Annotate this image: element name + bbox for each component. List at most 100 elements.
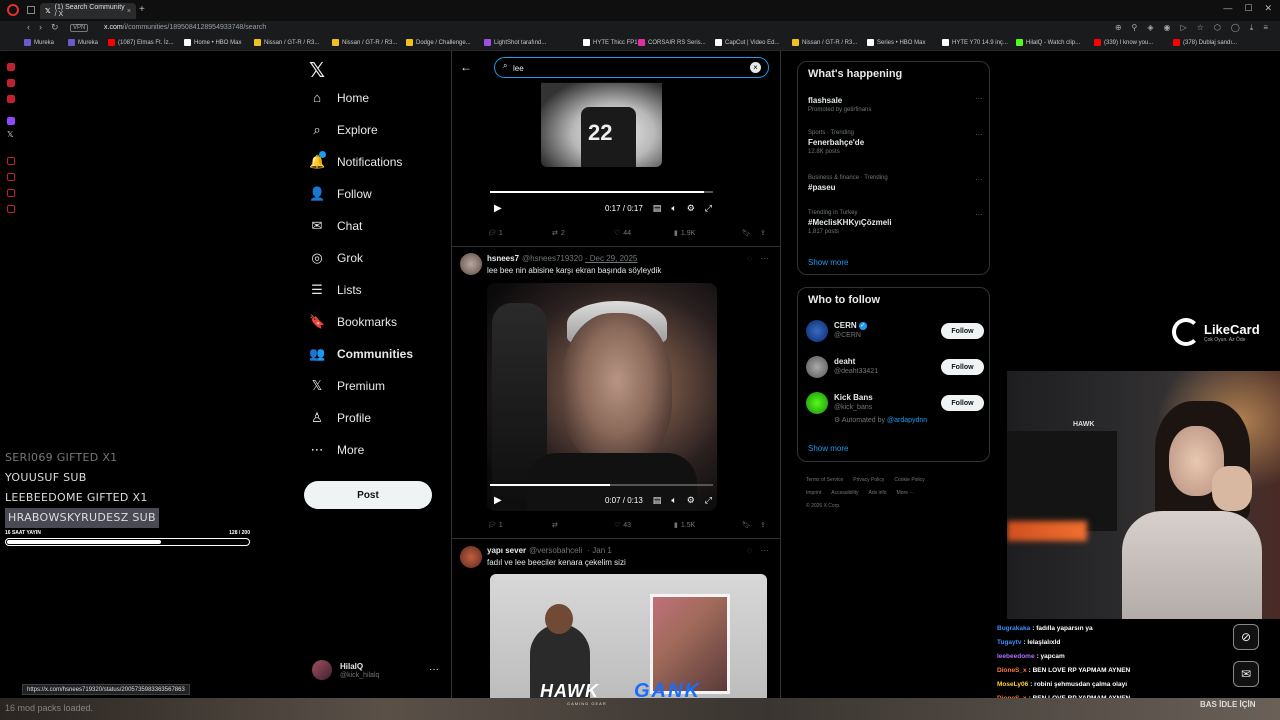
suggestion-name[interactable]: deaht	[834, 357, 855, 366]
share-icon[interactable]: ⇪	[760, 229, 766, 237]
nav-item-home[interactable]: ⌂ Home	[309, 90, 369, 106]
trend-item[interactable]: Trending in Turkey #MeclisKHKyıÇözmeli 1,8…	[808, 210, 983, 235]
nav-item-grok[interactable]: ◎ Grok	[309, 250, 363, 266]
grok-icon[interactable]: ◌	[747, 546, 752, 555]
tab-close-icon[interactable]: ×	[127, 8, 131, 15]
footer-link[interactable]: Privacy Policy	[853, 477, 884, 483]
back-nav-icon[interactable]: ‹	[27, 22, 30, 33]
footer-link[interactable]: Terms of Service	[806, 477, 843, 483]
post-button[interactable]: Post	[304, 481, 432, 509]
volume-icon[interactable]: 🔈︎	[671, 203, 676, 214]
video-progress[interactable]	[490, 484, 713, 486]
tweet-more-icon[interactable]: ···	[761, 254, 769, 263]
tweet-date[interactable]: · Jan 1	[587, 546, 611, 555]
nav-item-bookmarks[interactable]: 🔖 Bookmarks	[309, 314, 397, 330]
reload-icon[interactable]: ↻	[51, 22, 59, 33]
play-icon[interactable]: ▶	[494, 203, 502, 214]
bookmark-item[interactable]: LightShot tarafınd...	[484, 39, 546, 46]
tab-overview-icon[interactable]	[27, 6, 35, 14]
trend-item[interactable]: Sports · Trending Fenerbahçe'de 12.8K post…	[808, 130, 983, 155]
follow-button[interactable]: Follow	[941, 359, 984, 375]
play-icon[interactable]: ▶	[494, 495, 502, 506]
sidebar-app-icon[interactable]	[7, 173, 15, 181]
video-progress[interactable]	[490, 191, 713, 193]
tweet-author-handle[interactable]: @versobahceli	[529, 546, 582, 555]
trend-more-icon[interactable]: ···	[975, 130, 983, 139]
trend-item[interactable]: Business & finance · Trending #paseu ···	[808, 175, 983, 192]
camera-icon[interactable]: ◉	[1164, 23, 1171, 33]
browser-tab-active[interactable]: 𝕏 (1) Search Community / X ×	[40, 3, 136, 19]
trends-show-more-link[interactable]: Show more	[808, 258, 848, 267]
menu-icon[interactable]: ≡	[1263, 23, 1268, 33]
follow-button[interactable]: Follow	[941, 395, 984, 411]
account-switcher[interactable]: HilalQ @kick_hilalq	[312, 660, 379, 680]
pin-icon[interactable]: ⚲	[1132, 23, 1138, 33]
suggestion-name[interactable]: Kick Bans	[834, 393, 873, 402]
sidebar-app-icon[interactable]	[7, 189, 15, 197]
nav-item-notifications[interactable]: 🔔 Notifications	[309, 151, 402, 170]
captions-icon[interactable]: ▤	[653, 495, 662, 506]
bookmark-item[interactable]: (378) Dublaj sandı...	[1173, 39, 1237, 46]
download-icon[interactable]: ⤓	[1250, 23, 1254, 33]
like-button[interactable]: ♡ 43	[614, 521, 674, 530]
bookmark-item[interactable]: Home • HBO Max	[184, 39, 241, 46]
bookmark-item[interactable]: Nissan / GT-R / R3...	[254, 39, 319, 46]
sidebar-app-icon[interactable]	[7, 95, 15, 103]
fullscreen-icon[interactable]: ⤢	[705, 203, 712, 214]
tweet-image[interactable]	[490, 574, 767, 700]
who-to-follow-show-more-link[interactable]: Show more	[808, 444, 848, 453]
back-arrow-icon[interactable]: ←	[460, 60, 472, 74]
extensions-icon[interactable]: ⬡	[1214, 23, 1221, 33]
forward-nav-icon[interactable]: ›	[39, 22, 42, 33]
sidebar-app-icon[interactable]	[7, 79, 15, 87]
footer-link[interactable]: Accessibility	[831, 490, 858, 496]
adblock-icon[interactable]: ◈	[1147, 23, 1153, 33]
reply-button[interactable]: 💬︎ 1	[487, 521, 552, 530]
tweet-author-handle[interactable]: @hsnees719320	[522, 254, 583, 263]
settings-icon[interactable]: ⚙	[687, 203, 695, 214]
bookmark-item[interactable]: Mureka	[68, 39, 98, 46]
tweet-author-name[interactable]: yapı sever	[487, 546, 526, 555]
sidebar-app-icon[interactable]	[7, 205, 15, 213]
twitch-icon[interactable]	[7, 117, 15, 125]
tweet-author-name[interactable]: hsnees7	[487, 254, 519, 263]
sidebar-app-icon[interactable]	[7, 157, 15, 165]
search-box[interactable]: ⌕ ×	[494, 57, 769, 78]
bookmark-item[interactable]: Nissan / GT-R / R3...	[332, 39, 397, 46]
repost-button[interactable]: ⇄ 2	[552, 229, 614, 238]
bookmark-item[interactable]: HilalQ - Watch clip...	[1016, 39, 1080, 46]
follow-button[interactable]: Follow	[941, 323, 984, 339]
tweet-more-icon[interactable]: ···	[761, 546, 769, 555]
suggestion-name[interactable]: CERN ✓	[834, 321, 867, 330]
account-more-icon[interactable]: ···	[429, 664, 439, 675]
views-button[interactable]: ▮ 1.9K	[674, 229, 742, 238]
avatar[interactable]	[806, 392, 828, 414]
avatar[interactable]	[460, 253, 482, 275]
footer-link[interactable]: Imprint	[806, 490, 821, 496]
url-field[interactable]: x.com/i/communities/1895084128954933748/…	[104, 24, 266, 31]
play-icon[interactable]: ▷	[1181, 23, 1187, 33]
nav-item-profile[interactable]: ♙ Profile	[309, 410, 371, 426]
nav-item-chat[interactable]: ✉ Chat	[309, 218, 363, 234]
vpn-badge[interactable]: VPN	[70, 24, 89, 32]
bookmark-item[interactable]: (1087) Elmas Ft. İz...	[108, 39, 174, 46]
bookmark-item[interactable]: Dodge / Challenge...	[406, 39, 471, 46]
bookmark-item[interactable]: HYTE Y70 14.9 inç...	[942, 39, 1008, 46]
minimize-icon[interactable]: —	[1223, 3, 1232, 14]
nav-item-lists[interactable]: ☰ Lists	[309, 282, 362, 298]
trend-more-icon[interactable]: ···	[975, 175, 983, 184]
tweet-video[interactable]: 22	[541, 82, 662, 167]
grok-icon[interactable]: ◌	[747, 254, 752, 263]
tweet-video[interactable]	[487, 283, 717, 511]
nav-item-more[interactable]: ⋯ More	[309, 442, 365, 458]
trend-more-icon[interactable]: ···	[975, 94, 983, 103]
bookmark-icon[interactable]: 🔖︎	[742, 521, 760, 529]
nav-item-premium[interactable]: 𝕏 Premium	[309, 378, 385, 394]
footer-link[interactable]: Ads info	[869, 490, 887, 496]
trend-item[interactable]: flashsale Promoted by getirfinans ···	[808, 94, 983, 113]
nav-item-follow[interactable]: 👤 Follow	[309, 186, 372, 202]
bookmark-icon[interactable]: 🔖︎	[742, 229, 760, 237]
views-button[interactable]: ▮ 1.5K	[674, 521, 742, 530]
bookmark-item[interactable]: (339) I know you...	[1094, 39, 1153, 46]
bookmark-item[interactable]: CORSAIR RS Seris...	[638, 39, 706, 46]
